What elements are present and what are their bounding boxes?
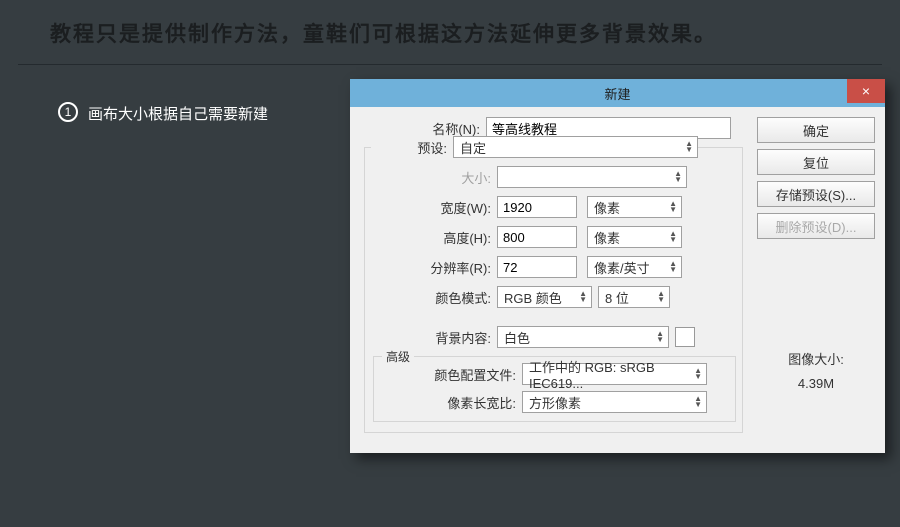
new-document-dialog: 新建 × 名称(N): 预设: 自定 ▲▼	[350, 79, 885, 453]
resolution-unit-select[interactable]: 像素/英寸 ▲▼	[587, 256, 682, 278]
chevron-updown-icon: ▲▼	[657, 291, 665, 303]
dialog-title: 新建	[350, 84, 885, 103]
height-unit-select[interactable]: 像素 ▲▼	[587, 226, 682, 248]
name-label: 名称(N):	[360, 119, 486, 138]
color-profile-select[interactable]: 工作中的 RGB: sRGB IEC619... ▲▼	[522, 363, 707, 385]
chevron-updown-icon: ▲▼	[656, 331, 664, 343]
color-mode-select[interactable]: RGB 颜色 ▲▼	[497, 286, 592, 308]
image-size-label: 图像大小:	[757, 349, 875, 368]
tutorial-step: 1 画布大小根据自己需要新建	[0, 79, 350, 453]
bg-color-swatch[interactable]	[675, 327, 695, 347]
resolution-input[interactable]	[497, 256, 577, 278]
chevron-updown-icon: ▲▼	[669, 261, 677, 273]
height-input[interactable]	[497, 226, 577, 248]
resolution-label: 分辨率(R):	[371, 258, 497, 277]
color-mode-value: RGB 颜色	[504, 288, 562, 307]
pixel-aspect-select[interactable]: 方形像素 ▲▼	[522, 391, 707, 413]
resolution-unit-value: 像素/英寸	[594, 258, 650, 277]
bit-depth-value: 8 位	[605, 288, 629, 307]
chevron-updown-icon: ▲▼	[674, 171, 682, 183]
color-profile-label: 颜色配置文件:	[374, 365, 522, 384]
close-button[interactable]: ×	[847, 79, 885, 103]
step-text: 画布大小根据自己需要新建	[88, 103, 268, 124]
divider	[18, 64, 882, 65]
height-unit-value: 像素	[594, 228, 620, 247]
save-preset-button[interactable]: 存储预设(S)...	[757, 181, 875, 207]
color-profile-value: 工作中的 RGB: sRGB IEC619...	[529, 357, 694, 391]
tutorial-header: 教程只是提供制作方法，童鞋们可根据这方法延伸更多背景效果。	[0, 0, 900, 64]
advanced-group: 高级 颜色配置文件: 工作中的 RGB: sRGB IEC619... ▲▼ 像…	[373, 356, 736, 422]
width-label: 宽度(W):	[371, 198, 497, 217]
pixel-aspect-value: 方形像素	[529, 393, 581, 412]
step-number-badge: 1	[58, 102, 78, 122]
preset-group: 预设: 自定 ▲▼ 大小: ▲▼	[364, 147, 743, 433]
width-unit-value: 像素	[594, 198, 620, 217]
delete-preset-button: 删除预设(D)...	[757, 213, 875, 239]
advanced-label: 高级	[382, 348, 414, 365]
reset-button[interactable]: 复位	[757, 149, 875, 175]
bg-content-select[interactable]: 白色 ▲▼	[497, 326, 669, 348]
dialog-titlebar[interactable]: 新建 ×	[350, 79, 885, 107]
bg-content-label: 背景内容:	[371, 328, 497, 347]
size-label: 大小:	[371, 168, 497, 187]
bg-content-value: 白色	[504, 328, 530, 347]
chevron-updown-icon: ▲▼	[685, 141, 693, 153]
color-mode-label: 颜色模式:	[371, 288, 497, 307]
pixel-aspect-label: 像素长宽比:	[374, 393, 522, 412]
chevron-updown-icon: ▲▼	[579, 291, 587, 303]
chevron-updown-icon: ▲▼	[669, 201, 677, 213]
close-icon: ×	[862, 83, 870, 99]
height-label: 高度(H):	[371, 228, 497, 247]
bit-depth-select[interactable]: 8 位 ▲▼	[598, 286, 670, 308]
chevron-updown-icon: ▲▼	[694, 368, 702, 380]
width-unit-select[interactable]: 像素 ▲▼	[587, 196, 682, 218]
chevron-updown-icon: ▲▼	[669, 231, 677, 243]
size-select: ▲▼	[497, 166, 687, 188]
preset-label: 预设:	[371, 138, 453, 157]
width-input[interactable]	[497, 196, 577, 218]
preset-select[interactable]: 自定 ▲▼	[453, 136, 698, 158]
ok-button[interactable]: 确定	[757, 117, 875, 143]
preset-value: 自定	[460, 138, 486, 157]
image-size-value: 4.39M	[757, 376, 875, 391]
chevron-updown-icon: ▲▼	[694, 396, 702, 408]
